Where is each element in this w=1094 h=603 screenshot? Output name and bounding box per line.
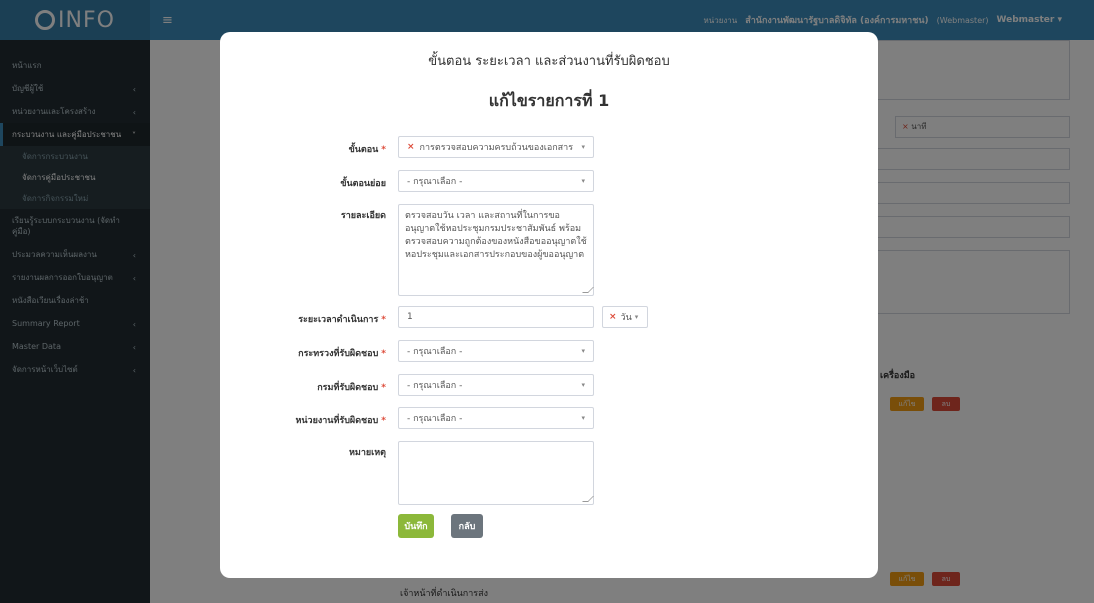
clear-icon[interactable]: × <box>407 142 415 152</box>
substep-label: ขั้นตอนย่อย <box>340 179 386 189</box>
agency-select[interactable]: - กรุณาเลือก - ▾ <box>398 407 594 429</box>
resize-handle-icon[interactable] <box>582 496 594 502</box>
resize-handle-icon[interactable] <box>582 287 594 293</box>
duration-unit-select[interactable]: × วัน ▾ <box>602 306 648 328</box>
department-select[interactable]: - กรุณาเลือก - ▾ <box>398 374 594 396</box>
modal-title: ขั้นตอน ระยะเวลา และส่วนงานที่รับผิดชอบ <box>428 54 670 69</box>
agency-label: หน่วยงานที่รับผิดชอบ * <box>295 416 386 426</box>
chevron-down-icon: ▾ <box>581 143 585 151</box>
department-label: กรมที่รับผิดชอบ * <box>317 383 386 393</box>
chevron-down-icon: ▾ <box>634 313 639 321</box>
detail-textarea[interactable]: ตรวจสอบวัน เวลา และสถานที่ในการขออนุญาตใ… <box>398 204 594 296</box>
substep-select[interactable]: - กรุณาเลือก - ▾ <box>398 170 594 192</box>
chevron-down-icon: ▾ <box>581 414 585 422</box>
step-select[interactable]: × การตรวจสอบความครบถ้วนของเอกสาร ▾ <box>398 136 594 158</box>
ministry-select[interactable]: - กรุณาเลือก - ▾ <box>398 340 594 362</box>
note-label: หมายเหตุ <box>348 448 386 458</box>
edit-step-modal: ขั้นตอน ระยะเวลา และส่วนงานที่รับผิดชอบ … <box>220 32 878 578</box>
chevron-down-icon: ▾ <box>581 381 585 389</box>
chevron-down-icon: ▾ <box>581 347 585 355</box>
back-button[interactable]: กลับ <box>451 514 483 538</box>
duration-label: ระยะเวลาดำเนินการ * <box>298 315 386 325</box>
save-button[interactable]: บันทึก <box>398 514 434 538</box>
detail-label: รายละเอียด <box>340 211 386 221</box>
ministry-label: กระทรวงที่รับผิดชอบ * <box>298 349 386 359</box>
chevron-down-icon: ▾ <box>581 177 585 185</box>
modal-subtitle: แก้ไขรายการที่ 1 <box>488 91 610 110</box>
step-label: ขั้นตอน * <box>348 145 386 155</box>
note-textarea[interactable] <box>398 441 594 505</box>
clear-icon[interactable]: × <box>609 312 617 322</box>
duration-input[interactable]: 1 <box>398 306 594 328</box>
